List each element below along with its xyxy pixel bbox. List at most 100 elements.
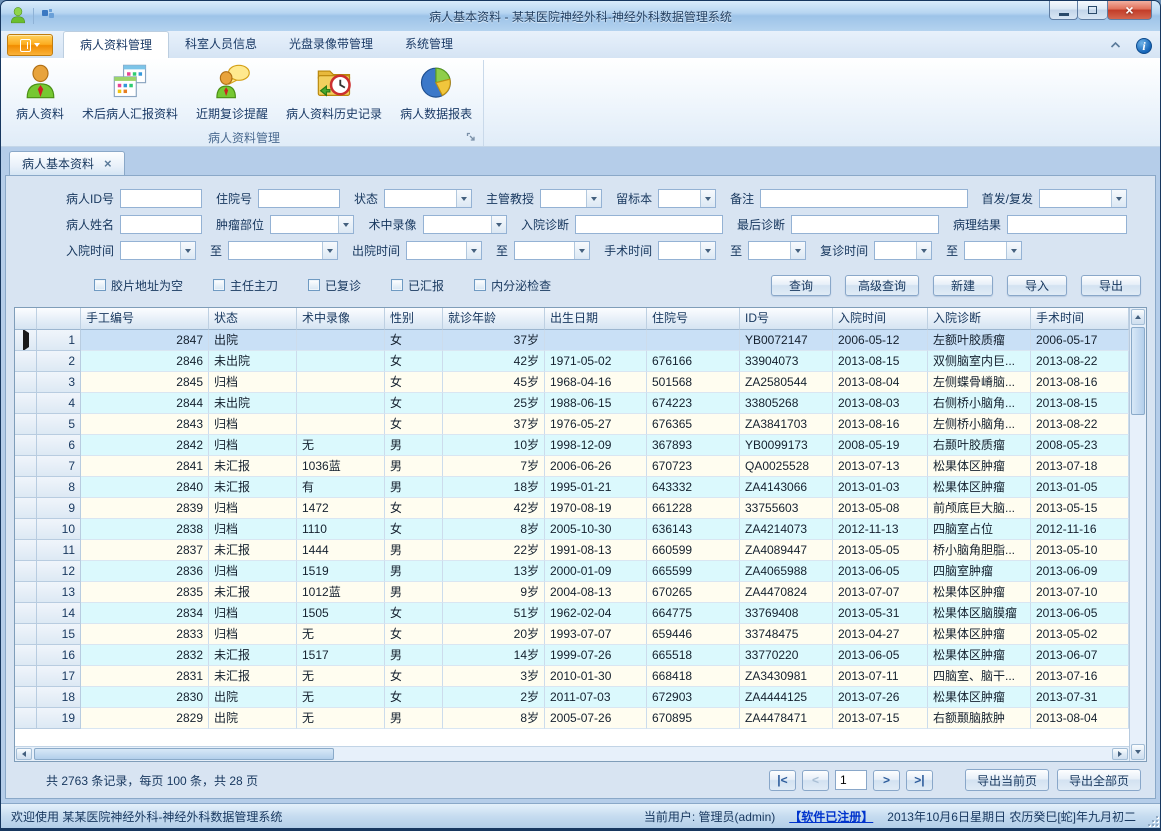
new-button[interactable]: 新建 bbox=[933, 275, 993, 296]
table-cell[interactable]: 女 bbox=[385, 351, 443, 372]
table-row[interactable]: 152833归档无女20岁1993-07-0765944633748475201… bbox=[15, 624, 1129, 645]
row-selector-cell[interactable] bbox=[15, 561, 37, 582]
table-cell[interactable]: 2岁 bbox=[443, 687, 545, 708]
row-number-cell[interactable]: 6 bbox=[37, 435, 81, 456]
table-cell[interactable]: 无 bbox=[297, 624, 385, 645]
table-cell[interactable]: 出院 bbox=[209, 708, 297, 729]
row-selector-cell[interactable] bbox=[15, 666, 37, 687]
table-cell[interactable]: 1968-04-16 bbox=[545, 372, 647, 393]
table-cell[interactable]: 松果体区肿瘤 bbox=[928, 477, 1031, 498]
table-cell[interactable]: ZA4478471 bbox=[740, 708, 833, 729]
table-cell[interactable]: 女 bbox=[385, 603, 443, 624]
table-cell[interactable]: 42岁 bbox=[443, 351, 545, 372]
combo-dropdown-icon[interactable] bbox=[338, 216, 353, 233]
form-combo[interactable] bbox=[228, 241, 338, 260]
table-cell[interactable]: 女 bbox=[385, 624, 443, 645]
table-cell[interactable]: 未汇报 bbox=[209, 645, 297, 666]
row-number-cell[interactable]: 12 bbox=[37, 561, 81, 582]
table-cell[interactable]: 33748475 bbox=[740, 624, 833, 645]
table-cell[interactable]: 2843 bbox=[81, 414, 209, 435]
table-cell[interactable]: 2837 bbox=[81, 540, 209, 561]
table-cell[interactable]: 左侧桥小脑角... bbox=[928, 414, 1031, 435]
table-cell[interactable]: 男 bbox=[385, 477, 443, 498]
table-row[interactable]: 132835未汇报1012蓝男9岁2004-08-13670265ZA44708… bbox=[15, 582, 1129, 603]
column-header[interactable]: 性别 bbox=[385, 308, 443, 330]
restore-button[interactable] bbox=[1078, 1, 1107, 20]
column-header[interactable]: 术中录像 bbox=[297, 308, 385, 330]
combo-dropdown-icon[interactable] bbox=[586, 190, 601, 207]
row-number-cell[interactable]: 17 bbox=[37, 666, 81, 687]
table-cell[interactable]: 367893 bbox=[647, 435, 740, 456]
table-cell[interactable]: 右侧桥小脑角... bbox=[928, 393, 1031, 414]
combo-dropdown-icon[interactable] bbox=[322, 242, 337, 259]
table-cell[interactable]: 无 bbox=[297, 708, 385, 729]
table-cell[interactable]: 1998-12-09 bbox=[545, 435, 647, 456]
info-icon[interactable]: i bbox=[1136, 38, 1152, 54]
table-cell[interactable]: 1970-08-19 bbox=[545, 498, 647, 519]
table-cell[interactable]: 2013-06-05 bbox=[833, 561, 928, 582]
table-cell[interactable] bbox=[297, 330, 385, 351]
form-combo[interactable] bbox=[384, 189, 472, 208]
table-cell[interactable]: 51岁 bbox=[443, 603, 545, 624]
row-selector-cell[interactable] bbox=[15, 435, 37, 456]
table-cell[interactable]: 2013-08-15 bbox=[833, 351, 928, 372]
form-combo[interactable] bbox=[270, 215, 354, 234]
table-cell[interactable]: 1962-02-04 bbox=[545, 603, 647, 624]
table-cell[interactable]: 636143 bbox=[647, 519, 740, 540]
page-number-input[interactable] bbox=[835, 770, 867, 790]
table-cell[interactable]: 2006-05-12 bbox=[833, 330, 928, 351]
quick-access-icon[interactable] bbox=[40, 7, 56, 26]
table-cell[interactable]: 未汇报 bbox=[209, 456, 297, 477]
checkbox-director-surgeon[interactable]: 主任主刀 bbox=[213, 277, 278, 294]
table-cell[interactable]: 2013-05-02 bbox=[1031, 624, 1129, 645]
row-number-cell[interactable]: 16 bbox=[37, 645, 81, 666]
table-cell[interactable]: 1999-07-26 bbox=[545, 645, 647, 666]
first-page-button[interactable]: |< bbox=[769, 770, 796, 791]
table-cell[interactable]: 37岁 bbox=[443, 330, 545, 351]
revisit-reminder-button[interactable]: 近期复诊提醒 bbox=[187, 60, 277, 128]
collapse-ribbon-icon[interactable] bbox=[1109, 39, 1122, 53]
checkbox-endocrine-exam[interactable]: 内分泌检查 bbox=[474, 277, 551, 294]
table-cell[interactable]: 未汇报 bbox=[209, 477, 297, 498]
table-cell[interactable]: 7岁 bbox=[443, 456, 545, 477]
table-cell[interactable]: 2013-08-22 bbox=[1031, 351, 1129, 372]
next-page-button[interactable]: > bbox=[873, 770, 900, 791]
row-number-cell[interactable]: 3 bbox=[37, 372, 81, 393]
horizontal-scroll-track[interactable] bbox=[33, 747, 1111, 761]
table-cell[interactable]: 664775 bbox=[647, 603, 740, 624]
table-cell[interactable]: 四脑室肿瘤 bbox=[928, 561, 1031, 582]
form-combo[interactable] bbox=[540, 189, 602, 208]
row-selector-cell[interactable] bbox=[15, 414, 37, 435]
table-cell[interactable] bbox=[647, 330, 740, 351]
column-header[interactable]: 手工编号 bbox=[81, 308, 209, 330]
form-input[interactable] bbox=[760, 189, 968, 208]
table-cell[interactable]: 660599 bbox=[647, 540, 740, 561]
form-combo[interactable] bbox=[120, 241, 196, 260]
table-cell[interactable]: 2013-07-07 bbox=[833, 582, 928, 603]
table-cell[interactable]: 22岁 bbox=[443, 540, 545, 561]
form-combo[interactable] bbox=[748, 241, 806, 260]
row-number-cell[interactable]: 19 bbox=[37, 708, 81, 729]
table-cell[interactable]: 右额颞脑脓肿 bbox=[928, 708, 1031, 729]
form-input[interactable] bbox=[120, 215, 202, 234]
checkbox-revisited[interactable]: 已复诊 bbox=[308, 277, 361, 294]
table-cell[interactable]: 2006-06-26 bbox=[545, 456, 647, 477]
table-row[interactable]: 172831未汇报无女3岁2010-01-30668418ZA343098120… bbox=[15, 666, 1129, 687]
scroll-down-icon[interactable] bbox=[1131, 744, 1145, 760]
table-cell[interactable]: 出院 bbox=[209, 687, 297, 708]
prev-page-button[interactable]: < bbox=[802, 770, 829, 791]
column-header[interactable]: 状态 bbox=[209, 308, 297, 330]
table-cell[interactable]: 无 bbox=[297, 666, 385, 687]
table-cell[interactable]: 2012-11-13 bbox=[833, 519, 928, 540]
horizontal-scrollbar[interactable] bbox=[15, 746, 1129, 761]
table-row[interactable]: 182830出院无女2岁2011-07-03672903ZA4444125201… bbox=[15, 687, 1129, 708]
column-header[interactable]: 手术时间 bbox=[1031, 308, 1129, 330]
table-cell[interactable]: 2013-01-05 bbox=[1031, 477, 1129, 498]
application-menu-button[interactable] bbox=[7, 34, 53, 56]
table-cell[interactable]: 1988-06-15 bbox=[545, 393, 647, 414]
table-cell[interactable]: 2013-08-04 bbox=[1031, 708, 1129, 729]
table-cell[interactable]: 668418 bbox=[647, 666, 740, 687]
table-cell[interactable]: 男 bbox=[385, 456, 443, 477]
row-selector-cell[interactable] bbox=[15, 624, 37, 645]
row-selector-cell[interactable] bbox=[15, 351, 37, 372]
